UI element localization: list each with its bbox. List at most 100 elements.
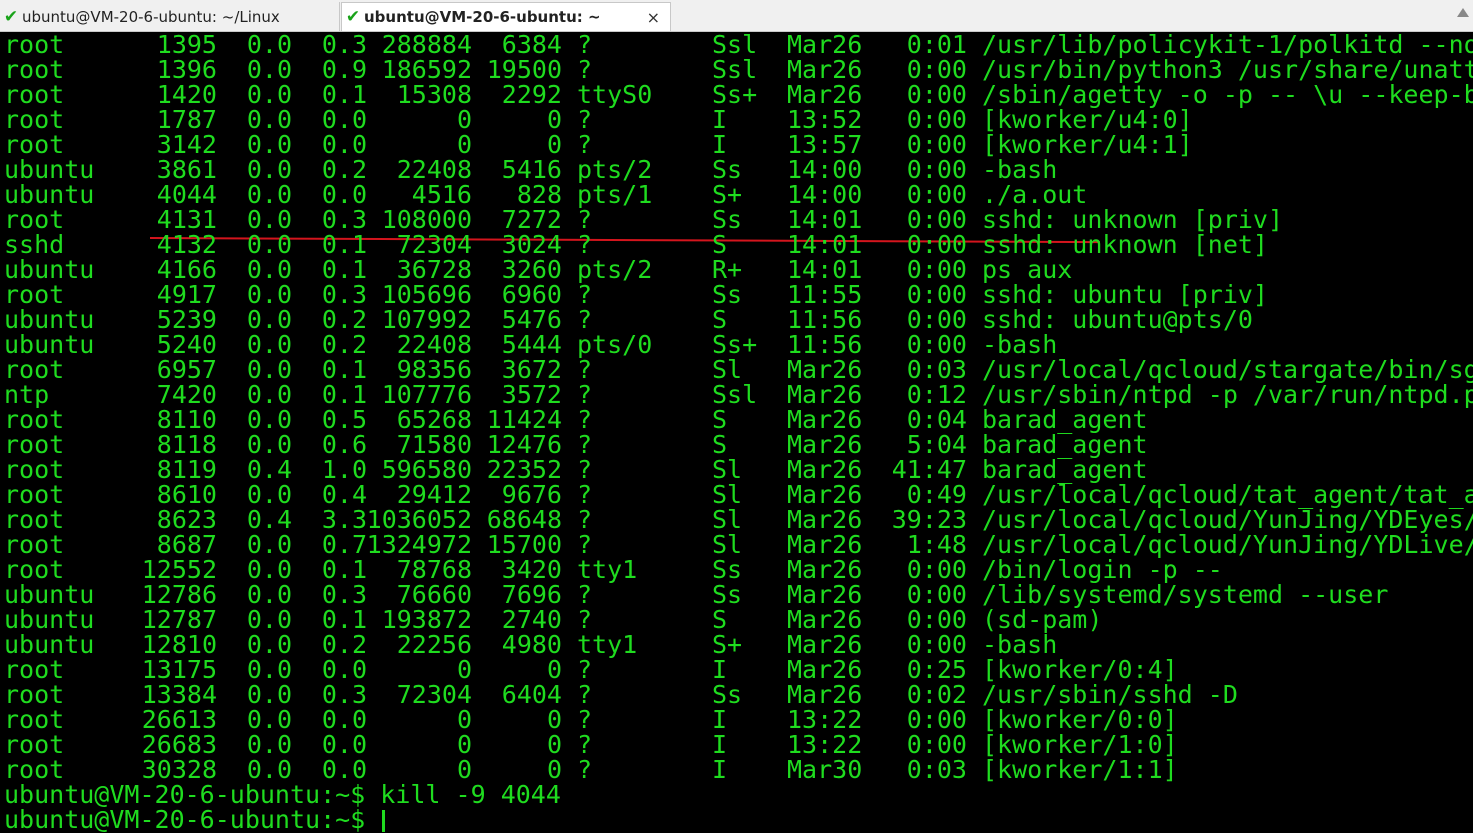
process-time: 0:00 bbox=[906, 305, 967, 334]
process-start: Mar26 bbox=[787, 680, 863, 709]
process-vsz: 4516 bbox=[411, 180, 472, 209]
process-tty: ? bbox=[577, 105, 593, 134]
process-time: 0:00 bbox=[906, 180, 967, 209]
process-time: 0:25 bbox=[906, 655, 967, 684]
process-time: 0:01 bbox=[906, 32, 967, 59]
tab-linux[interactable]: ✔ ubuntu@VM-20-6-ubuntu: ~/Linux bbox=[0, 2, 340, 31]
process-command: /usr/sbin/sshd -D bbox=[982, 680, 1238, 709]
process-vsz: 22256 bbox=[396, 630, 472, 659]
process-cpu: 0.4 bbox=[246, 455, 292, 484]
process-time: 0:00 bbox=[906, 330, 967, 359]
process-cpu: 0.0 bbox=[246, 255, 292, 284]
process-time: 0:00 bbox=[906, 280, 967, 309]
process-time: 0:00 bbox=[906, 155, 967, 184]
process-tty: tty1 bbox=[577, 555, 638, 584]
process-tty: pts/2 bbox=[577, 155, 653, 184]
close-icon[interactable]: × bbox=[647, 8, 660, 27]
process-time: 0:00 bbox=[906, 630, 967, 659]
process-stat: I bbox=[712, 105, 728, 134]
process-start: 13:22 bbox=[787, 705, 863, 734]
process-time: 41:47 bbox=[891, 455, 967, 484]
process-stat: I bbox=[712, 755, 728, 784]
process-command: (sd-pam) bbox=[982, 605, 1103, 634]
process-rss: 3672 bbox=[501, 355, 562, 384]
process-vsz: 72304 bbox=[396, 230, 472, 259]
process-command: sshd: unknown [net] bbox=[982, 230, 1268, 259]
process-row: root 3142 0.0 0.0 0 0? I 13:57 0:00 [kworker/u4:1… bbox=[4, 132, 1473, 157]
process-time: 5:04 bbox=[906, 430, 967, 459]
scroll-up-icon[interactable] bbox=[1457, 8, 1469, 17]
process-command: /sbin/agetty -o -p -- \u --keep-b bbox=[982, 80, 1473, 109]
process-tty: ? bbox=[577, 32, 593, 59]
process-row: ubuntu 4044 0.0 0.0 4516 828 pts/1 S+ 14:00 0:00.… bbox=[4, 182, 1473, 207]
process-time: 0:03 bbox=[906, 755, 967, 784]
tab-label: ubuntu@VM-20-6-ubuntu: ~/Linux bbox=[22, 7, 280, 26]
tab-bar: ✔ ubuntu@VM-20-6-ubuntu: ~/Linux ✔ ubunt… bbox=[0, 0, 1473, 32]
process-stat: S bbox=[712, 230, 728, 259]
process-time: 0:00 bbox=[906, 605, 967, 634]
process-row: root 1396 0.0 0.9 186592 19500? Ssl Mar26 0:00/u… bbox=[4, 57, 1473, 82]
process-vsz: 65268 bbox=[396, 405, 472, 434]
process-rss: 0 bbox=[546, 705, 562, 734]
process-user: root bbox=[4, 130, 65, 159]
process-user: ntp bbox=[4, 380, 50, 409]
process-mem: 0.2 bbox=[321, 330, 367, 359]
process-user: root bbox=[4, 405, 65, 434]
tab-home[interactable]: ✔ ubuntu@VM-20-6-ubuntu: ~ × bbox=[341, 2, 671, 31]
process-start: 14:01 bbox=[787, 205, 863, 234]
process-start: Mar26 bbox=[787, 380, 863, 409]
process-vsz: 78768 bbox=[396, 555, 472, 584]
process-row: root 12552 0.0 0.1 78768 3420 tty1 Ss Mar26 0:00 /… bbox=[4, 557, 1473, 582]
process-time: 0:00 bbox=[906, 80, 967, 109]
process-stat: I bbox=[712, 655, 728, 684]
process-tty: tty1 bbox=[577, 630, 638, 659]
process-cpu: 0.0 bbox=[246, 630, 292, 659]
process-rss: 11424 bbox=[486, 405, 562, 434]
process-command: -bash bbox=[982, 155, 1058, 184]
process-vsz: 0 bbox=[456, 655, 472, 684]
process-mem: 0.4 bbox=[321, 480, 367, 509]
process-pid: 26683 bbox=[141, 730, 217, 759]
process-time: 0:00 bbox=[906, 130, 967, 159]
process-cpu: 0.0 bbox=[246, 230, 292, 259]
terminal-output[interactable]: root 1395 0.0 0.3 288884 6384? Ssl Mar26 0:01/us… bbox=[0, 32, 1473, 833]
process-cpu: 0.0 bbox=[246, 55, 292, 84]
process-vsz: 0 bbox=[456, 130, 472, 159]
process-rss: 3260 bbox=[501, 255, 562, 284]
process-stat: Ss bbox=[712, 680, 743, 709]
process-user: root bbox=[4, 530, 65, 559]
process-row: root 8119 0.4 1.0 596580 22352? Sl Mar26 41:47 ba… bbox=[4, 457, 1473, 482]
process-cpu: 0.0 bbox=[246, 680, 292, 709]
process-rss: 4980 bbox=[501, 630, 562, 659]
process-rss: 22352 bbox=[486, 455, 562, 484]
process-stat: Ssl bbox=[712, 55, 758, 84]
process-mem: 0.0 bbox=[321, 655, 367, 684]
process-mem: 0.9 bbox=[321, 55, 367, 84]
process-time: 0:02 bbox=[906, 680, 967, 709]
process-user: ubuntu bbox=[4, 605, 95, 634]
process-user: root bbox=[4, 730, 65, 759]
process-stat: S bbox=[712, 305, 728, 334]
process-row: root 1420 0.0 0.1 15308 2292 ttyS0 Ss+ Mar26 0:00… bbox=[4, 82, 1473, 107]
process-vsz: 288884 bbox=[381, 32, 472, 59]
process-mem: 0.7 bbox=[321, 530, 367, 559]
process-pid: 8610 bbox=[156, 480, 217, 509]
process-mem: 0.6 bbox=[321, 430, 367, 459]
process-mem: 0.3 bbox=[321, 205, 367, 234]
process-time: 0:00 bbox=[906, 55, 967, 84]
process-start: 11:55 bbox=[787, 280, 863, 309]
process-tty: ? bbox=[577, 55, 593, 84]
process-cpu: 0.0 bbox=[246, 305, 292, 334]
process-cpu: 0.0 bbox=[246, 280, 292, 309]
process-command: /usr/local/qcloud/YunJing/YDLive/ bbox=[982, 530, 1473, 559]
process-start: Mar26 bbox=[787, 405, 863, 434]
process-start: Mar26 bbox=[787, 655, 863, 684]
process-start: Mar26 bbox=[787, 580, 863, 609]
process-command: barad_agent bbox=[982, 455, 1148, 484]
process-tty: ? bbox=[577, 580, 593, 609]
process-time: 0:12 bbox=[906, 380, 967, 409]
active-prompt[interactable]: ubuntu@VM-20-6-ubuntu:~$ bbox=[4, 807, 386, 832]
process-tty: pts/0 bbox=[577, 330, 653, 359]
process-start: Mar26 bbox=[787, 480, 863, 509]
process-time: 0:00 bbox=[906, 255, 967, 284]
